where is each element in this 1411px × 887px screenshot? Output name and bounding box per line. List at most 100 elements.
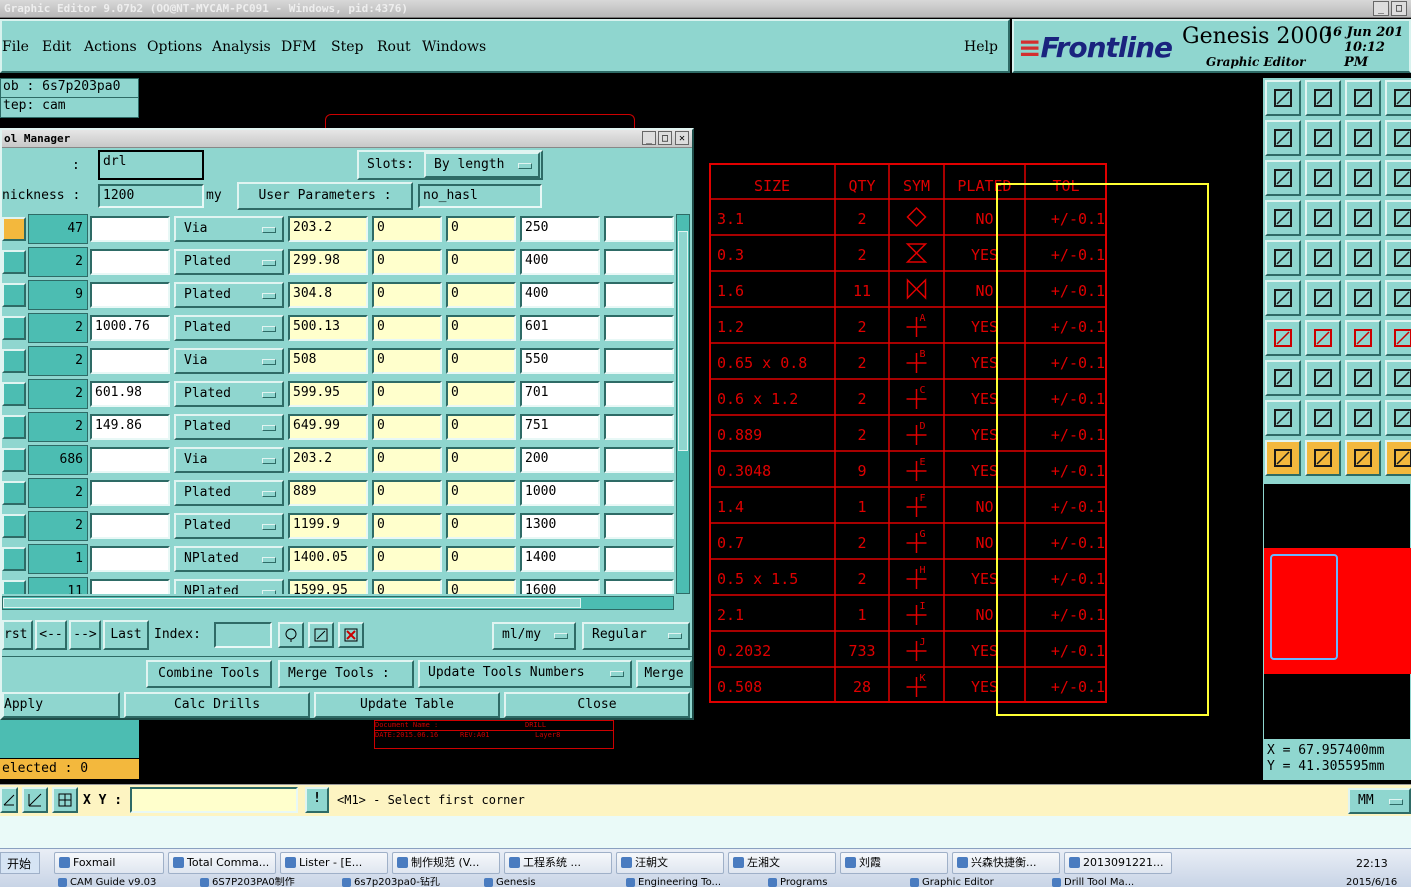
toolbar-button-5-2[interactable] [1345, 280, 1381, 316]
toolbar-button-0-1[interactable] [1305, 80, 1341, 116]
tool-extra-field[interactable] [604, 282, 674, 308]
toolbar-button-0-3[interactable] [1385, 80, 1411, 116]
toolbar-button-7-1[interactable] [1305, 360, 1341, 396]
taskbar-item[interactable]: 制作规范 (V... [392, 852, 500, 874]
tool-extra-field[interactable] [604, 546, 674, 572]
tool-tol-minus-field[interactable]: 0 [446, 414, 516, 440]
close-button[interactable]: Close [504, 692, 690, 718]
prev-button[interactable]: <-- [35, 620, 67, 650]
toolbar-button-1-1[interactable] [1305, 120, 1341, 156]
toolbar-button-3-0[interactable] [1265, 200, 1301, 236]
row-select-button[interactable] [2, 217, 26, 241]
tool-type-dropdown[interactable]: Via [174, 348, 284, 374]
filter-icon[interactable] [308, 622, 334, 648]
tool-extra-field[interactable] [604, 513, 674, 539]
toolbar-button-9-1[interactable] [1305, 440, 1341, 476]
tool-extra-field[interactable] [604, 579, 674, 594]
user-parameters-field[interactable]: no_hasl [418, 184, 542, 208]
tool-tol-plus-field[interactable]: 0 [372, 249, 442, 275]
menu-help[interactable]: Help [964, 39, 998, 55]
tool-tol-plus-field[interactable]: 0 [372, 447, 442, 473]
tool-type-dropdown[interactable]: Plated [174, 282, 284, 308]
merge-button[interactable]: Merge [636, 660, 692, 688]
toolbar-button-4-2[interactable] [1345, 240, 1381, 276]
toolbar-button-6-1[interactable] [1305, 320, 1341, 356]
toolbar-button-1-2[interactable] [1345, 120, 1381, 156]
tool-finish-size-field[interactable]: 701 [520, 381, 600, 407]
status-tool-icon-2[interactable] [22, 787, 48, 813]
tool-finish-size-field[interactable]: 601 [520, 315, 600, 341]
slots-dropdown[interactable]: By length [424, 152, 540, 178]
tool-param-field[interactable] [90, 447, 170, 473]
zoom-icon[interactable] [278, 622, 304, 648]
tool-finish-size-field[interactable]: 250 [520, 216, 600, 242]
vertical-scrollbar[interactable] [676, 214, 690, 594]
toolbar-button-5-1[interactable] [1305, 280, 1341, 316]
row-select-button[interactable] [2, 580, 26, 594]
taskbar-item-row2[interactable]: Engineering To... [622, 877, 758, 887]
taskbar-item-row2[interactable]: Graphic Editor [906, 877, 1042, 887]
status-tool-icon-1[interactable] [0, 787, 18, 813]
toolbar-button-8-0[interactable] [1265, 400, 1301, 436]
tool-extra-field[interactable] [604, 447, 674, 473]
tool-size-field[interactable]: 508 [288, 348, 368, 374]
toolbar-button-8-1[interactable] [1305, 400, 1341, 436]
tool-finish-size-field[interactable]: 400 [520, 282, 600, 308]
row-select-button[interactable] [2, 250, 26, 274]
tool-type-dropdown[interactable]: NPlated [174, 579, 284, 594]
tool-tol-plus-field[interactable]: 0 [372, 579, 442, 594]
tool-tol-minus-field[interactable]: 0 [446, 282, 516, 308]
toolbar-button-6-0[interactable] [1265, 320, 1301, 356]
tool-type-dropdown[interactable]: NPlated [174, 546, 284, 572]
next-button[interactable]: --> [69, 620, 101, 650]
tool-tol-plus-field[interactable]: 0 [372, 480, 442, 506]
scroll-thumb[interactable] [678, 231, 688, 451]
toolbar-button-9-3[interactable] [1385, 440, 1411, 476]
toolbar-button-6-2[interactable] [1345, 320, 1381, 356]
maximize-icon[interactable]: □ [1391, 1, 1407, 16]
toolbar-button-9-0[interactable] [1265, 440, 1301, 476]
tool-tol-minus-field[interactable]: 0 [446, 249, 516, 275]
row-select-button[interactable] [2, 415, 26, 439]
tool-type-dropdown[interactable]: Plated [174, 480, 284, 506]
toolbar-button-1-3[interactable] [1385, 120, 1411, 156]
apply-button[interactable]: Apply [2, 692, 120, 718]
tool-param-field[interactable] [90, 546, 170, 572]
toolbar-button-0-2[interactable] [1345, 80, 1381, 116]
tool-size-field[interactable]: 649.99 [288, 414, 368, 440]
tool-size-field[interactable]: 889 [288, 480, 368, 506]
tool-param-field[interactable] [90, 513, 170, 539]
taskbar-item[interactable]: 汪朝文 [616, 852, 724, 874]
taskbar-item-row2[interactable]: Genesis [480, 877, 616, 887]
tool-tol-minus-field[interactable]: 0 [446, 216, 516, 242]
tool-type-dropdown[interactable]: Plated [174, 315, 284, 341]
menu-edit[interactable]: Edit [42, 39, 71, 55]
tool-tol-minus-field[interactable]: 0 [446, 513, 516, 539]
tool-type-dropdown[interactable]: Plated [174, 513, 284, 539]
tool-size-field[interactable]: 1599.95 [288, 579, 368, 594]
taskbar-item-row2[interactable]: CAM Guide v9.03 [54, 877, 190, 887]
toolbar-button-8-3[interactable] [1385, 400, 1411, 436]
tool-finish-size-field[interactable]: 550 [520, 348, 600, 374]
row-select-button[interactable] [2, 547, 26, 571]
menu-file[interactable]: File [2, 39, 29, 55]
tool-finish-size-field[interactable]: 1400 [520, 546, 600, 572]
dialog-minimize-icon[interactable]: _ [642, 131, 656, 145]
row-select-button[interactable] [2, 349, 26, 373]
units-dropdown[interactable]: ml/my [492, 622, 576, 650]
toolbar-button-9-2[interactable] [1345, 440, 1381, 476]
tool-tol-minus-field[interactable]: 0 [446, 579, 516, 594]
tool-finish-size-field[interactable]: 1600 [520, 579, 600, 594]
tool-tol-plus-field[interactable]: 0 [372, 348, 442, 374]
update-tools-numbers-dropdown[interactable]: Update Tools Numbers [418, 660, 632, 688]
delete-icon[interactable] [338, 622, 364, 648]
tool-tol-minus-field[interactable]: 0 [446, 546, 516, 572]
taskbar-item-row2[interactable]: 6S7P203PA0制作 [196, 877, 332, 887]
taskbar-item[interactable]: 工程系统 ... [504, 852, 612, 874]
calc-drills-button[interactable]: Calc Drills [124, 692, 310, 718]
tool-tol-minus-field[interactable]: 0 [446, 348, 516, 374]
tool-size-field[interactable]: 304.8 [288, 282, 368, 308]
toolbar-button-5-3[interactable] [1385, 280, 1411, 316]
grid-icon[interactable] [52, 787, 78, 813]
toolbar-button-2-1[interactable] [1305, 160, 1341, 196]
